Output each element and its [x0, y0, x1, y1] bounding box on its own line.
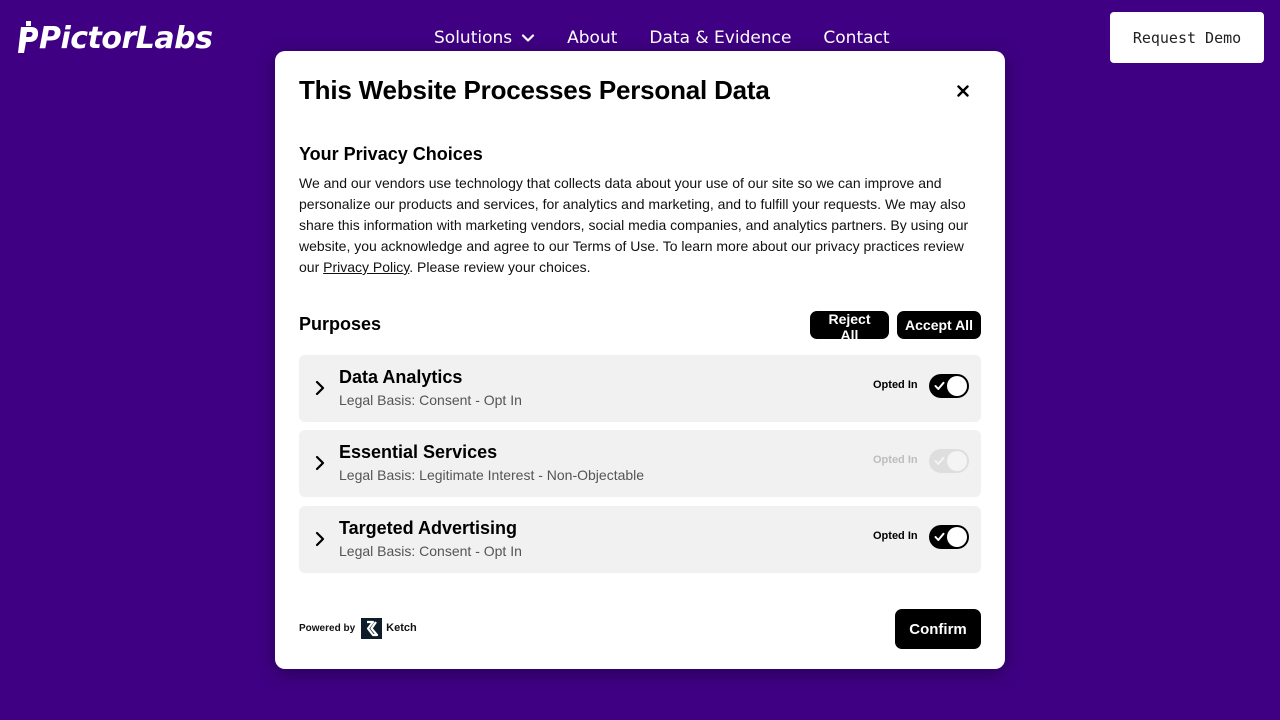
privacy-choices-heading: Your Privacy Choices: [299, 144, 483, 164]
check-icon: [934, 456, 945, 465]
nav-item-contact[interactable]: Contact: [823, 28, 889, 48]
confirm-button[interactable]: Confirm: [895, 609, 981, 649]
request-demo-button[interactable]: Request Demo: [1110, 12, 1264, 63]
purpose-row-targeted-advertising: Targeted Advertising Legal Basis: Consen…: [299, 506, 981, 573]
close-icon: [957, 85, 969, 97]
nav-item-about[interactable]: About: [567, 28, 617, 48]
toggle-knob: [947, 527, 967, 547]
purpose-legal-basis: Legal Basis: Consent - Opt In: [339, 543, 522, 559]
opt-status-label: Opted In: [873, 379, 918, 391]
modal-title: This Website Processes Personal Data: [299, 75, 770, 105]
purposes-heading: Purposes: [299, 314, 382, 334]
privacy-description: We and our vendors use technology that c…: [299, 173, 983, 278]
privacy-policy-link[interactable]: Privacy Policy: [323, 259, 409, 275]
privacy-consent-modal: This Website Processes Personal Data You…: [275, 51, 1005, 669]
nav-item-data-evidence[interactable]: Data & Evidence: [649, 28, 791, 48]
purpose-title: Essential Services: [339, 442, 498, 462]
chevron-right-icon[interactable]: [312, 530, 328, 548]
powered-by-label: Powered by: [299, 622, 356, 634]
data-analytics-toggle[interactable]: [929, 374, 969, 398]
purpose-title: Targeted Advertising: [339, 518, 518, 538]
chevron-right-icon[interactable]: [312, 454, 328, 472]
close-button[interactable]: [951, 79, 975, 103]
purpose-title: Data Analytics: [339, 367, 463, 387]
chevron-down-icon: [522, 34, 535, 42]
ketch-logo-icon: [361, 617, 383, 639]
privacy-text-part: . Please review your choices.: [409, 259, 591, 275]
ketch-name: Ketch: [386, 622, 417, 634]
check-icon: [934, 532, 945, 541]
nav-item-solutions[interactable]: Solutions: [434, 28, 535, 48]
opt-status-label: Opted In: [873, 530, 918, 542]
purpose-legal-basis: Legal Basis: Consent - Opt In: [339, 392, 522, 408]
nav-item-label: About: [567, 28, 618, 48]
logo-text: PictorLabs: [39, 20, 213, 56]
reject-all-button[interactable]: Reject All: [810, 311, 889, 343]
accept-all-button[interactable]: Accept All: [897, 311, 981, 339]
check-icon: [934, 381, 945, 390]
nav-item-label: Contact: [823, 28, 890, 48]
targeted-advertising-toggle[interactable]: [929, 525, 969, 549]
purpose-legal-basis: Legal Basis: Legitimate Interest - Non-O…: [339, 467, 645, 483]
toggle-knob: [947, 451, 967, 471]
toggle-knob: [947, 376, 967, 396]
nav-item-label: Data & Evidence: [649, 28, 792, 48]
purpose-row-essential-services: Essential Services Legal Basis: Legitima…: [299, 430, 981, 497]
purpose-row-data-analytics: Data Analytics Legal Basis: Consent - Op…: [299, 355, 981, 422]
essential-services-toggle: [929, 449, 969, 473]
powered-by-ketch[interactable]: Powered by Ketch: [299, 617, 417, 639]
chevron-right-icon[interactable]: [312, 379, 328, 397]
nav-item-label: Solutions: [434, 28, 513, 48]
pictorlabs-logo-icon: [18, 21, 39, 53]
main-nav: Solutions About Data & Evidence Contact: [434, 26, 890, 50]
opt-status-label: Opted In: [873, 454, 918, 466]
site-logo[interactable]: PictorLabs: [17, 20, 213, 56]
